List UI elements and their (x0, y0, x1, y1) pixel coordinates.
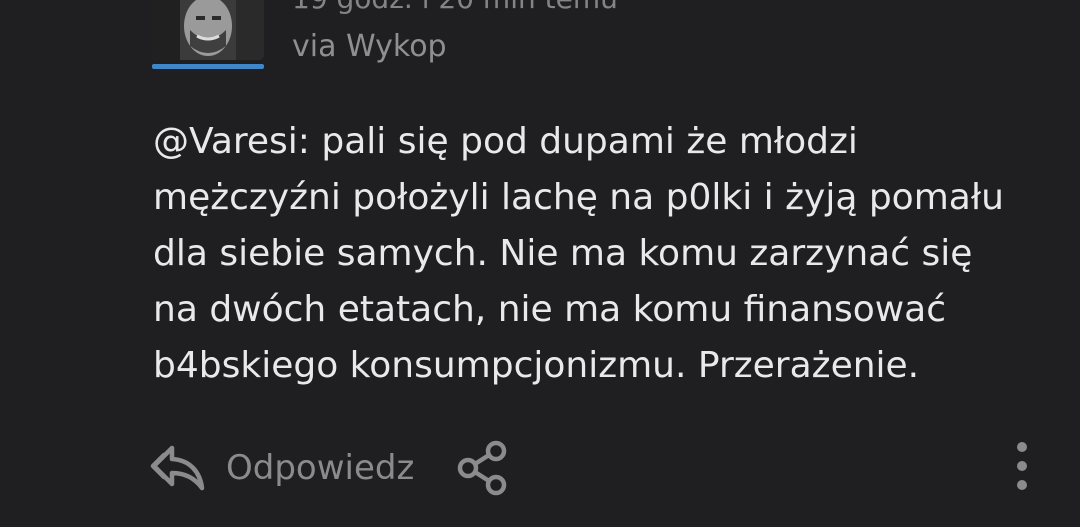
post-body-line: na dwóch etatach, nie ma komu finansować (153, 289, 947, 330)
post-meta: 19 godz. i 20 min temu via Wykop (292, 0, 992, 65)
post-body-line: mężczyźni położyli lachę na p0lki i żyją… (153, 177, 1004, 218)
post-body: @Varesi: pali się pod dupami że młodzi m… (153, 114, 1053, 394)
more-vertical-icon[interactable] (1010, 437, 1034, 497)
avatar-accent-bar (152, 64, 264, 69)
share-icon[interactable] (454, 439, 512, 497)
post-body-line: b4bskiego konsumpcjonizmu. Przerażenie. (153, 345, 920, 386)
reply-icon (150, 442, 206, 494)
reply-label: Odpowiedz (226, 448, 415, 488)
reply-button[interactable]: Odpowiedz (150, 442, 414, 494)
post-actions: Odpowiedz (150, 440, 512, 496)
post-source: via Wykop (292, 29, 447, 64)
post-body-line: @Varesi: pali się pod dupami że młodzi (153, 121, 858, 162)
post-timestamp: 19 godz. i 20 min temu (292, 0, 992, 16)
avatar-image (152, 0, 264, 60)
avatar[interactable] (152, 0, 264, 60)
post-body-line: dla siebie samych. Nie ma komu zarzynać … (153, 233, 973, 274)
